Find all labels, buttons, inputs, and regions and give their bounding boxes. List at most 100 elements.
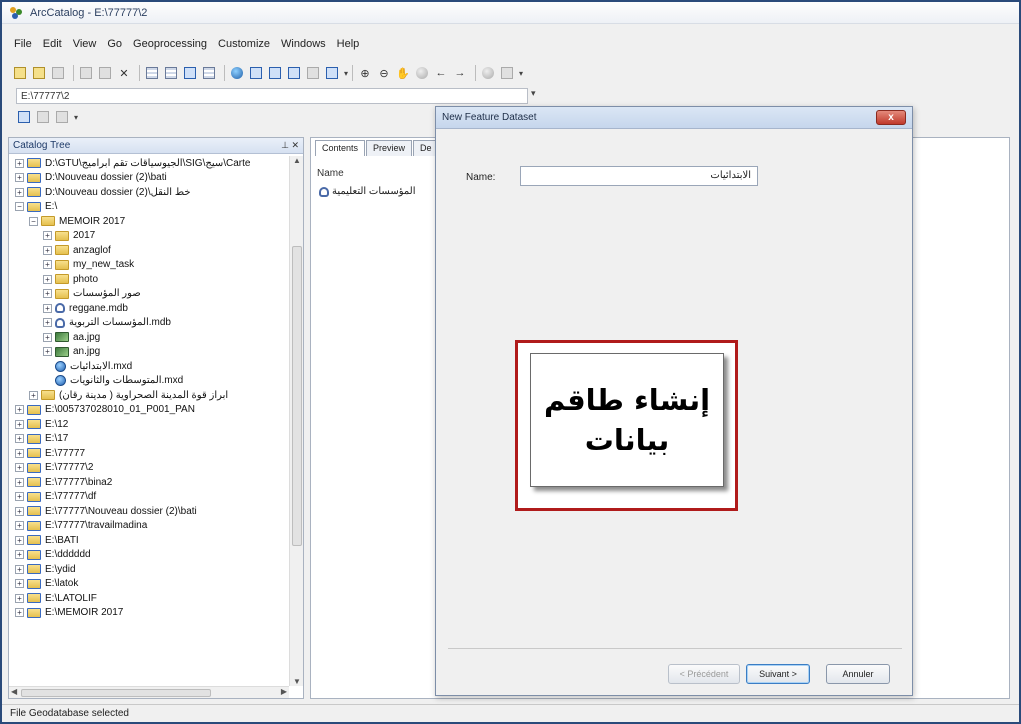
expand-icon[interactable]: + — [15, 158, 24, 168]
expand-icon[interactable]: + — [15, 535, 24, 545]
properties-icon[interactable] — [54, 109, 70, 125]
menu-geoprocessing[interactable]: Geoprocessing — [133, 38, 207, 50]
menu-edit[interactable]: Edit — [43, 38, 62, 50]
tree-item[interactable]: + المؤسسات التربوية.mdb — [9, 316, 289, 331]
launch-arcmap-icon[interactable] — [229, 65, 245, 81]
connect-folder-icon[interactable] — [31, 65, 47, 81]
tree-item[interactable]: + E:\12 — [9, 417, 289, 432]
next-button[interactable]: Suivant > — [746, 664, 810, 684]
expand-icon[interactable]: + — [15, 187, 24, 197]
create-thumbnail-icon[interactable] — [499, 65, 515, 81]
expand-icon[interactable]: + — [15, 506, 24, 516]
expand-icon[interactable]: + — [43, 245, 52, 255]
expand-icon[interactable]: + — [15, 173, 24, 183]
tree-item[interactable]: + D:\Nouveau dossier (2)\خط النقل — [9, 185, 289, 200]
tab-contents[interactable]: Contents — [315, 140, 366, 156]
tree-item[interactable]: +2017 — [9, 229, 289, 244]
expand-icon[interactable]: + — [15, 593, 24, 603]
menu-customize[interactable]: Customize — [218, 38, 270, 50]
tree-item[interactable]: + E:\LATOLIF — [9, 591, 289, 606]
toolbar-dropdown-icon-2[interactable]: ▾ — [519, 69, 523, 78]
tree-item[interactable]: + E:\77777\travailmadina — [9, 519, 289, 534]
tree-item[interactable]: + E:\005737028010_01_P001_PAN — [9, 403, 289, 418]
tree-item[interactable]: + anzaglof — [9, 243, 289, 258]
expand-icon[interactable]: + — [15, 477, 24, 487]
expand-icon[interactable]: + — [43, 260, 52, 270]
collapse-icon[interactable]: − — [15, 202, 24, 212]
expand-icon[interactable]: + — [15, 434, 24, 444]
expand-icon[interactable]: + — [43, 231, 52, 241]
menu-file[interactable]: File — [14, 38, 32, 50]
expand-icon[interactable]: + — [15, 550, 24, 560]
collapse-icon[interactable]: − — [29, 216, 38, 226]
expand-icon[interactable]: + — [43, 332, 52, 342]
forward-icon[interactable]: → — [452, 65, 468, 81]
tree-item[interactable]: + E:\77777\df — [9, 490, 289, 505]
tree-item[interactable]: + E:\latok — [9, 577, 289, 592]
expand-icon[interactable]: + — [15, 521, 24, 531]
python-window-icon[interactable] — [305, 65, 321, 81]
arctoolbox-icon[interactable] — [286, 65, 302, 81]
menu-help[interactable]: Help — [337, 38, 360, 50]
expand-icon[interactable]: + — [15, 463, 24, 473]
tree-item[interactable]: + ابراز قوة المدينة الصحراوية ( مدينة رقا… — [9, 388, 289, 403]
expand-icon[interactable]: + — [43, 303, 52, 313]
expand-icon[interactable]: + — [15, 564, 24, 574]
disconnect-folder-icon[interactable] — [50, 65, 66, 81]
expand-icon[interactable]: + — [43, 289, 52, 299]
tree-item[interactable]: + my_new_task — [9, 258, 289, 273]
expand-icon[interactable]: + — [15, 579, 24, 589]
tree-item[interactable]: + aa.jpg — [9, 330, 289, 345]
tree-item[interactable]: + E:\ydid — [9, 562, 289, 577]
tab-preview[interactable]: Preview — [366, 140, 413, 156]
full-extent-icon[interactable] — [414, 65, 430, 81]
details-icon[interactable] — [182, 65, 198, 81]
tree-item[interactable]: − E:\ — [9, 200, 289, 215]
large-icons-icon[interactable] — [144, 65, 160, 81]
close-button[interactable]: x — [876, 110, 906, 125]
tree-item[interactable]: + an.jpg — [9, 345, 289, 360]
tree-item[interactable]: + photo — [9, 272, 289, 287]
refresh-icon[interactable] — [16, 109, 32, 125]
location-dropdown-icon[interactable]: ▾ — [531, 88, 536, 99]
menu-go[interactable]: Go — [107, 38, 122, 50]
search-window-icon[interactable] — [267, 65, 283, 81]
expand-icon[interactable]: + — [15, 405, 24, 415]
list-icon[interactable] — [163, 65, 179, 81]
name-column-header[interactable]: Name — [317, 168, 344, 179]
tree-item[interactable]: + E:\77777\bina2 — [9, 475, 289, 490]
menu-view[interactable]: View — [73, 38, 97, 50]
copy-icon[interactable] — [78, 65, 94, 81]
delete-icon[interactable]: ✕ — [116, 65, 132, 81]
up-one-level-icon[interactable] — [12, 65, 28, 81]
location-input[interactable]: E:\77777\2 — [16, 88, 528, 104]
tree-item[interactable]: + E:\17 — [9, 432, 289, 447]
tree-item[interactable]: + E:\77777 — [9, 446, 289, 461]
toolbar-dropdown-icon[interactable]: ▾ — [344, 69, 348, 78]
metadata-icon[interactable] — [35, 109, 51, 125]
tree-item[interactable]: + صور المؤسسات — [9, 287, 289, 302]
catalog-tree-window-icon[interactable] — [248, 65, 264, 81]
tree-item[interactable]: + D:\Nouveau dossier (2)\bati — [9, 171, 289, 186]
tree-item[interactable]: المتوسطات والثانويات.mxd — [9, 374, 289, 389]
tree-horizontal-scrollbar[interactable]: ◀ ▶ — [9, 686, 289, 698]
previous-button[interactable]: < Précédent — [668, 664, 740, 684]
pan-icon[interactable]: ✋ — [395, 65, 411, 81]
name-input[interactable]: الابتدائيات — [520, 166, 758, 186]
tree-item[interactable]: + reggane.mdb — [9, 301, 289, 316]
tree-item[interactable]: الابتدائيات.mxd — [9, 359, 289, 374]
identify-icon[interactable] — [480, 65, 496, 81]
tree-item[interactable]: + E:\77777\Nouveau dossier (2)\bati — [9, 504, 289, 519]
expand-icon[interactable]: + — [43, 347, 52, 357]
list-item[interactable]: المؤسسات التعليمية — [319, 186, 415, 197]
back-icon[interactable]: ← — [433, 65, 449, 81]
expand-icon[interactable]: + — [43, 274, 52, 284]
panel-pin-close-icon[interactable]: ⊥ ✕ — [281, 140, 299, 151]
expand-icon[interactable]: + — [15, 608, 24, 618]
expand-icon[interactable]: + — [15, 419, 24, 429]
expand-icon[interactable]: + — [15, 448, 24, 458]
tree-item[interactable]: + E:\77777\2 — [9, 461, 289, 476]
tree-item[interactable]: + E:\MEMOIR 2017 — [9, 606, 289, 621]
tree-item[interactable]: + E:\BATI — [9, 533, 289, 548]
expand-icon[interactable]: + — [43, 318, 52, 328]
